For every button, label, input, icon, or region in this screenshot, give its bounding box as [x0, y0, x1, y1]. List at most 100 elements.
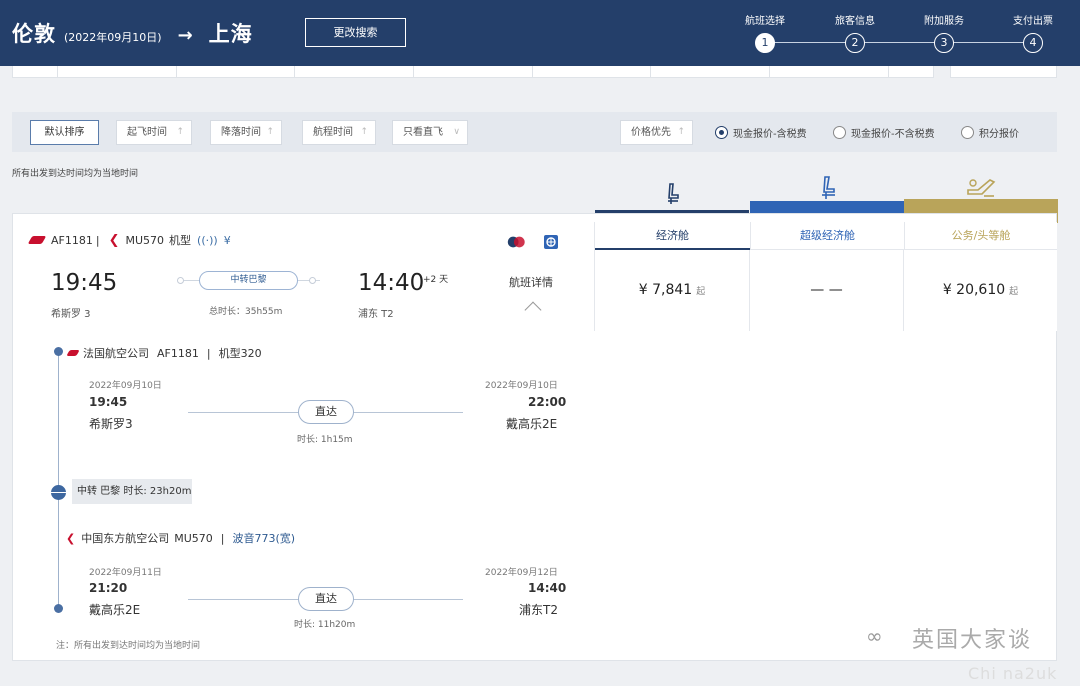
sort-arrow-icon: ↑: [176, 127, 184, 137]
destination-city: 上海: [208, 22, 253, 46]
sort-arrival-time-button[interactable]: 降落时间 ↑: [210, 120, 282, 145]
china-eastern-logo-icon: ❮: [66, 531, 76, 545]
price-value: — —: [810, 282, 843, 298]
calendar-cell[interactable]: [177, 66, 296, 77]
calendar-extra-cell[interactable]: [950, 66, 1057, 78]
route-summary: 伦敦 (2022年09月10日) → 上海: [12, 18, 253, 48]
departure-time: 19:45: [51, 270, 118, 296]
calendar-cell[interactable]: [651, 66, 771, 77]
step-payment[interactable]: 支付出票 4: [988, 0, 1078, 53]
fare-price-business[interactable]: ¥ 20,610 起: [904, 250, 1057, 331]
radio-cash-incl-tax[interactable]: 现金报价-含税费: [715, 125, 807, 140]
skyteam-icon: [544, 235, 558, 249]
step-number: 4: [1023, 33, 1043, 53]
flight-number-2: MU570: [125, 233, 165, 247]
segment-flight-number: MU570: [174, 531, 213, 545]
segment-flight-number: AF1181: [157, 346, 199, 360]
step-number: 2: [845, 33, 865, 53]
step-number: 1: [755, 33, 775, 53]
fare-price-premium-economy: — —: [750, 250, 904, 331]
itinerary-timeline: [58, 350, 59, 608]
step-passenger-info[interactable]: 旅客信息 2: [810, 0, 900, 53]
calendar-cell[interactable]: [295, 66, 415, 77]
radio-button[interactable]: [961, 126, 974, 139]
segment-duration: 时长: 11h20m: [294, 620, 356, 630]
cabin-tab-premium-economy[interactable]: 超级经济舱: [750, 222, 904, 250]
direct-badge: 直达: [298, 587, 354, 611]
flight-number-1: AF1181: [51, 233, 93, 247]
divider: |: [220, 531, 225, 545]
radio-label: 积分报价: [979, 129, 1019, 140]
segment-aircraft: 机型320: [218, 347, 262, 360]
transfer-stop-icon: [51, 485, 66, 500]
segment-arrival-time: 14:40: [528, 581, 567, 595]
radio-button-checked[interactable]: [715, 126, 728, 139]
radio-points[interactable]: 积分报价: [961, 125, 1019, 140]
price-suffix: 起: [1009, 287, 1019, 297]
calendar-cell[interactable]: [414, 66, 533, 77]
aircraft-label: 机型: [169, 234, 192, 247]
divider: |: [206, 346, 211, 360]
default-sort-button[interactable]: 默认排序: [30, 120, 99, 145]
alliance-logo-icon: [507, 236, 525, 248]
divider: |: [95, 233, 100, 247]
calendar-cell[interactable]: [770, 66, 889, 77]
date-calendar-strip: [12, 66, 934, 78]
china-eastern-logo-icon: ❮: [108, 232, 120, 248]
step-label: 航班选择: [745, 16, 785, 27]
segment-arrival-airport: 浦东T2: [519, 603, 558, 617]
segment-end-dot: [54, 604, 63, 613]
total-duration: 总时长：35h55m: [209, 307, 283, 317]
step-flight-selection[interactable]: 航班选择 1: [720, 0, 810, 53]
sort-label: 降落时间: [221, 127, 261, 138]
arrival-airport: 浦东 T2: [358, 309, 394, 320]
watermark-url: Chi na2uk: [968, 664, 1058, 683]
step-number: 3: [934, 33, 954, 53]
booking-steps: 航班选择 1 旅客信息 2 附加服务 3 支付出票 4: [720, 0, 1080, 66]
sort-departure-time-button[interactable]: 起飞时间 ↑: [116, 120, 192, 145]
flight-details-link[interactable]: 航班详情: [509, 274, 553, 290]
chevron-up-icon[interactable]: [524, 301, 542, 319]
calendar-cell[interactable]: [889, 66, 933, 77]
footnote: 注：所有出发到达时间均为当地时间: [56, 641, 201, 651]
airline-name: 中国东方航空公司: [81, 532, 170, 545]
direct-only-dropdown[interactable]: 只看直飞 ∨: [392, 120, 468, 145]
price-first-button[interactable]: 价格优先 ↑: [620, 120, 693, 145]
segment-departure-airport: 戴高乐2E: [89, 603, 141, 617]
meal-icon: ¥: [223, 233, 231, 247]
cabin-tab-economy[interactable]: 经济舱: [595, 222, 750, 250]
origin-city: 伦敦: [12, 22, 56, 46]
radio-button[interactable]: [833, 126, 846, 139]
fare-price-economy[interactable]: ¥ 7,841 起: [595, 250, 750, 331]
sort-filter-bar: 默认排序 起飞时间 ↑ 降落时间 ↑ 航程时间 ↑ 只看直飞 ∨ 价格优先 ↑ …: [12, 112, 1057, 152]
segment-arrival-date: 2022年09月10日: [485, 381, 558, 391]
price-suffix: 起: [696, 287, 706, 297]
sort-duration-button[interactable]: 航程时间 ↑: [302, 120, 376, 145]
layover-info: 中转 巴黎 时长: 23h20m: [72, 479, 192, 504]
calendar-cell[interactable]: [58, 66, 177, 77]
air-france-logo-icon: [27, 236, 47, 244]
segment-arrival-time: 22:00: [528, 395, 567, 409]
sort-label: 起飞时间: [127, 127, 167, 138]
radio-cash-excl-tax[interactable]: 现金报价-不含税费: [833, 125, 935, 140]
transfer-badge: 中转巴黎: [199, 271, 298, 290]
local-time-note: 所有出发到达时间均为当地时间: [12, 169, 139, 179]
calendar-cell[interactable]: [533, 66, 652, 77]
modify-search-button[interactable]: 更改搜索: [305, 18, 406, 47]
air-france-logo-icon: [66, 350, 80, 356]
wechat-logo-icon: ∞: [866, 624, 883, 648]
calendar-cell[interactable]: [13, 66, 59, 77]
segment-1-header: 法国航空公司 AF1181 | 机型320: [66, 345, 262, 361]
segment-start-dot: [54, 347, 63, 356]
chevron-down-icon: ∨: [453, 127, 460, 137]
cabin-tab-business[interactable]: 公务/头等舱: [904, 222, 1057, 250]
step-label: 旅客信息: [835, 16, 875, 27]
plus-days-badge: +2 天: [423, 275, 449, 285]
segment-aircraft[interactable]: 波音773(宽): [232, 530, 295, 546]
watermark-text: 英国大家谈: [912, 628, 1033, 653]
segment-duration: 时长: 1h15m: [297, 435, 353, 445]
sort-label: 航程时间: [313, 127, 353, 138]
sort-arrow-icon: ↑: [266, 127, 274, 137]
route-end-dot: [309, 277, 316, 284]
step-extra-services[interactable]: 附加服务 3: [899, 0, 989, 53]
